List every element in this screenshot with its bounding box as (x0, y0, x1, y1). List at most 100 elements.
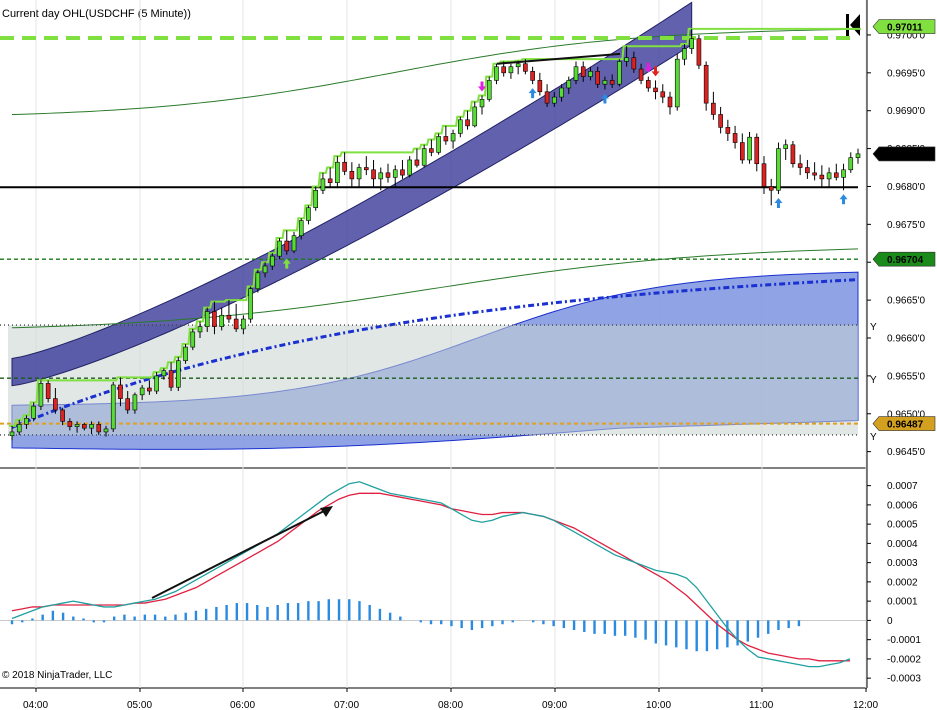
candle-body (638, 68, 644, 81)
candle-body (233, 318, 239, 330)
candle-body (609, 80, 615, 85)
time-tick-label: 07:00 (334, 700, 359, 710)
price-tick-label: 0.9690'0 (887, 106, 925, 117)
candle-body (674, 58, 680, 108)
candle-body (718, 114, 723, 128)
candle-body (841, 169, 846, 178)
candle-body (458, 119, 463, 134)
candle-body (559, 87, 564, 98)
candle-body (443, 136, 449, 142)
candle-body (740, 142, 745, 161)
price-tick-label: 0.9680'0 (887, 182, 925, 193)
price-tick-label: 0.9695'0 (887, 68, 925, 79)
price-tick-label: 0.9665'0 (887, 296, 925, 307)
price-tick-label: 0.9660'0 (887, 333, 925, 344)
candle-body (96, 424, 102, 433)
candle-body (378, 172, 384, 180)
candle-body (392, 169, 398, 178)
candle-body (711, 102, 716, 115)
candle-body (436, 136, 441, 153)
time-tick-label: 12:00 (853, 700, 878, 710)
candle-body (465, 119, 470, 127)
candle-body (566, 80, 572, 89)
candle-body (617, 61, 622, 85)
candle-body (429, 148, 434, 153)
price-flag-label: 0.96704 (887, 255, 924, 266)
candle-body (407, 159, 412, 176)
candle-body (168, 370, 174, 388)
candle-body (226, 314, 232, 320)
candle-body (848, 157, 854, 171)
candle-body (689, 38, 694, 49)
candle-body (204, 311, 210, 327)
candle-body (660, 91, 666, 98)
candle-body (53, 398, 58, 411)
candle-body (190, 331, 196, 348)
chart-title: Current day OHL(USDCHF (5 Minute)) (2, 8, 191, 20)
candle-body (371, 169, 376, 180)
macd-tick-label: -0.0003 (887, 674, 921, 685)
candle-body (291, 235, 297, 252)
candle-body (732, 133, 738, 143)
price-tick-label: 0.9675'0 (887, 220, 925, 231)
candle-body (45, 383, 51, 399)
candle-body (819, 174, 825, 180)
candle-body (508, 66, 514, 74)
candle-body (501, 66, 506, 74)
candle-body (262, 265, 268, 274)
candle-body (248, 288, 253, 320)
candle-body (646, 80, 651, 89)
y-marker: Y (870, 432, 877, 443)
price-tick-label: 0.9645'0 (887, 447, 925, 458)
time-tick-label: 05:00 (127, 700, 152, 710)
candle-body (154, 375, 159, 392)
candle-body (450, 133, 456, 142)
copyright-label: © 2018 NinjaTrader, LLC (2, 670, 112, 681)
time-tick-label: 04:00 (23, 700, 48, 710)
macd-tick-label: -0.0002 (887, 654, 921, 665)
candle-body (797, 163, 803, 168)
candle-body (682, 48, 687, 60)
macd-tick-label: -0.0001 (887, 635, 921, 646)
candle-body (703, 64, 709, 104)
candle-body (31, 405, 36, 419)
candle-body (277, 240, 282, 257)
candle-body (74, 424, 80, 427)
candle-body (132, 394, 138, 411)
candle-body (573, 66, 579, 81)
candle-body (327, 178, 333, 183)
y-marker: Y (870, 375, 877, 386)
candle-body (523, 63, 528, 72)
buy-signal-arrow (839, 194, 848, 205)
candle-body (139, 387, 145, 396)
candle-body (653, 87, 658, 93)
candle-body (255, 272, 261, 290)
candle-body (472, 106, 478, 127)
candle-body (147, 387, 152, 392)
buy-signal-arrow (774, 198, 783, 209)
chart-window: Current day OHL(USDCHF (5 Minute)) © 201… (0, 0, 937, 710)
macd-tick-label: 0.0006 (887, 500, 918, 511)
candle-body (805, 167, 810, 174)
macd-line (11, 481, 851, 668)
candle-body (479, 99, 485, 108)
time-tick-label: 10:00 (646, 700, 671, 710)
candle-body (768, 186, 774, 191)
candle-body (595, 71, 600, 85)
candle-body (110, 384, 116, 430)
y-marker: Y (870, 322, 877, 333)
chart-canvas[interactable]: Current day OHL(USDCHF (5 Minute)) © 201… (0, 0, 937, 710)
price-flag-label: 0.97011 (887, 22, 923, 33)
macd-tick-label: 0.0001 (887, 597, 918, 608)
candle-body (219, 314, 224, 327)
candle-body (241, 318, 246, 330)
candle-body (320, 178, 326, 191)
price-tick-label: 0.9655'0 (887, 371, 925, 382)
candle-body (783, 144, 788, 149)
candle-body (161, 370, 167, 377)
trend-arrow (151, 509, 327, 599)
candle-body (602, 80, 608, 85)
time-tick-label: 11:00 (749, 700, 774, 710)
scroll-to-end-button[interactable] (846, 14, 860, 36)
time-tick-label: 09:00 (542, 700, 567, 710)
